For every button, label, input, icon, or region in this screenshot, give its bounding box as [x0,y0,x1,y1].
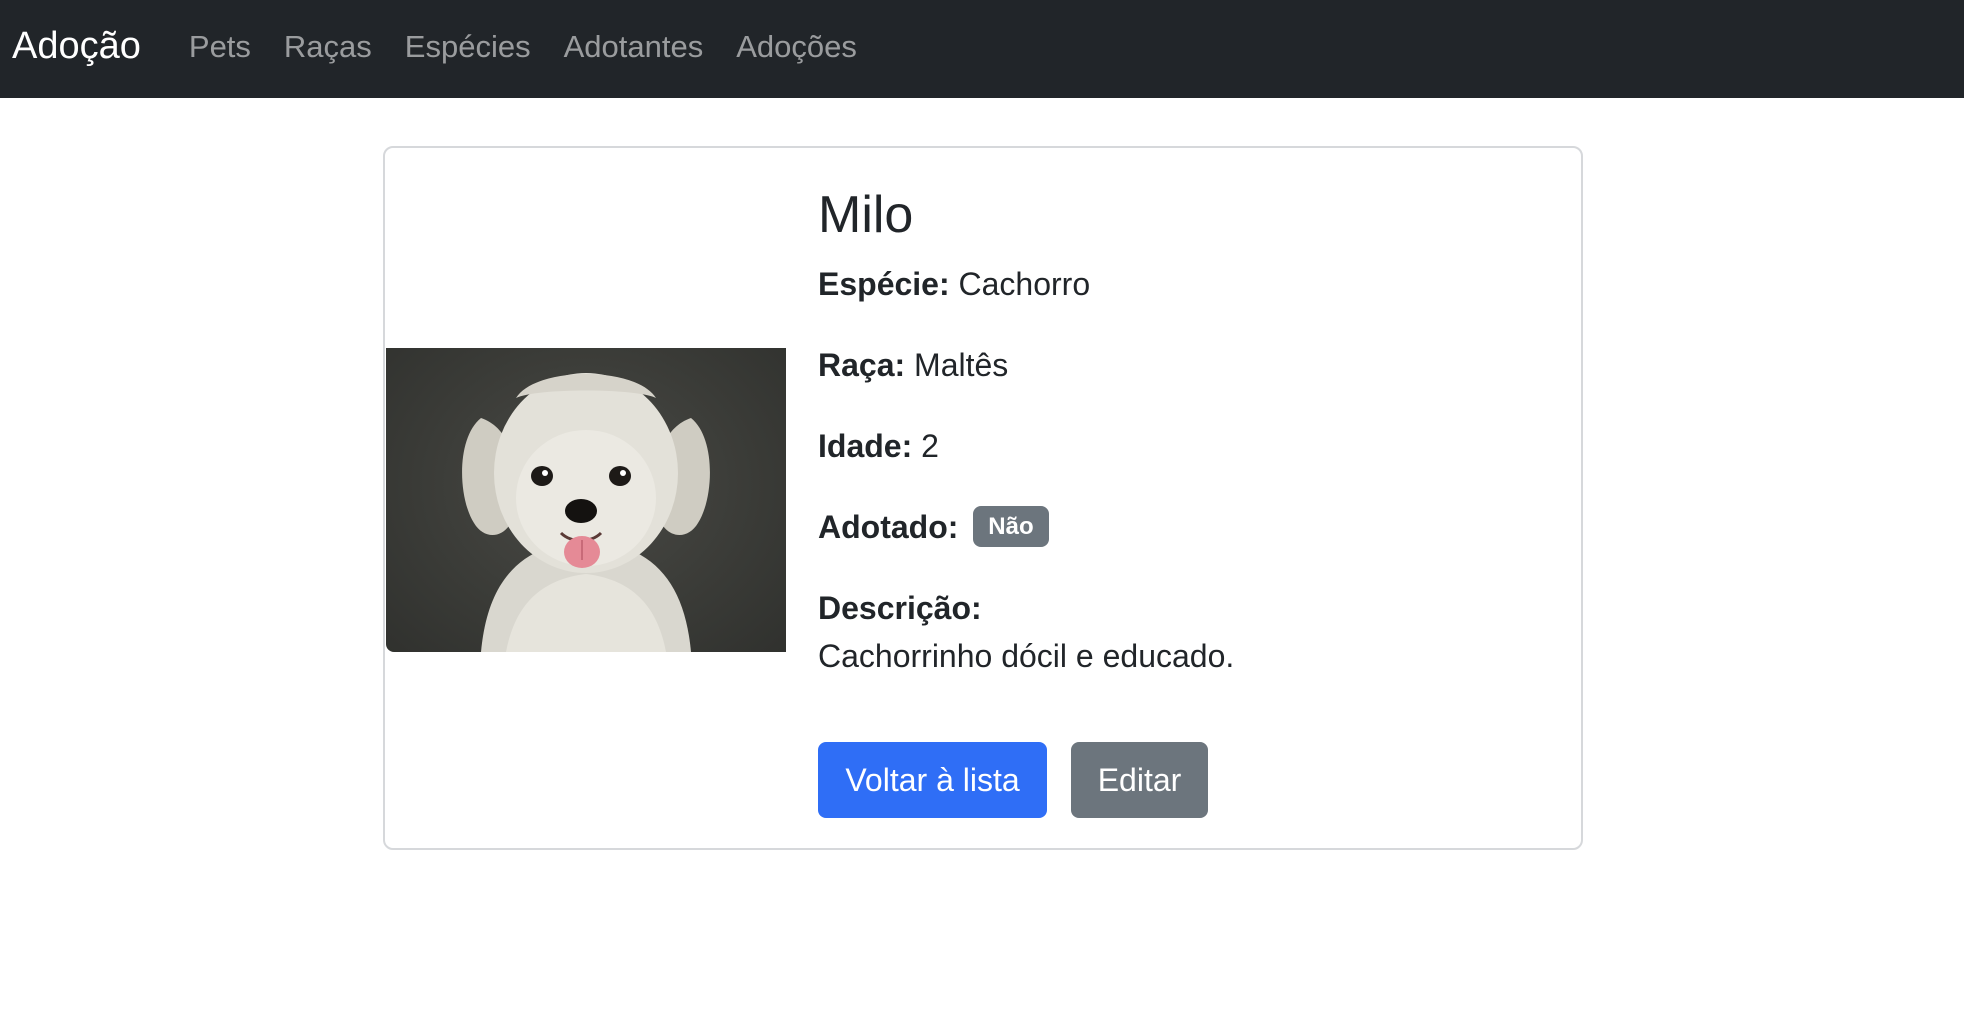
nav-link-adotantes[interactable]: Adotantes [564,31,704,62]
nav-link-racas[interactable]: Raças [284,31,372,62]
breed-field: Raça: Maltês [818,341,1008,389]
age-field: Idade: 2 [818,422,939,470]
pet-name-title: Milo [818,186,914,244]
adopted-field: Adotado: Não [818,503,1049,551]
pet-photo [386,348,786,652]
adopted-label: Adotado: [818,509,959,545]
nav-link-adocoes[interactable]: Adoções [736,31,857,62]
back-to-list-button[interactable]: Voltar à lista [818,742,1047,818]
dog-photo-icon [462,373,710,652]
age-label: Idade: [818,428,913,464]
nav-links: Pets Raças Espécies Adotantes Adoções [189,31,890,62]
pet-detail-card: Milo Espécie: Cachorro Raça: Maltês Idad… [383,146,1583,850]
navbar-brand[interactable]: Adoção [12,27,141,65]
description-text: Cachorrinho dócil e educado. [818,638,1235,674]
adopted-status-badge: Não [973,506,1049,547]
species-label: Espécie: [818,266,950,302]
age-value: 2 [921,428,939,464]
breed-value: Maltês [914,347,1009,383]
description-label-text: Descrição: [818,590,982,626]
species-field: Espécie: Cachorro [818,260,1090,308]
species-value: Cachorro [958,266,1091,302]
nav-link-especies[interactable]: Espécies [405,31,531,62]
edit-button[interactable]: Editar [1071,742,1208,818]
description-label: Descrição: [818,584,982,632]
nav-link-pets[interactable]: Pets [189,31,251,62]
breed-label: Raça: [818,347,906,383]
top-navbar: Adoção Pets Raças Espécies Adotantes Ado… [0,0,1964,98]
